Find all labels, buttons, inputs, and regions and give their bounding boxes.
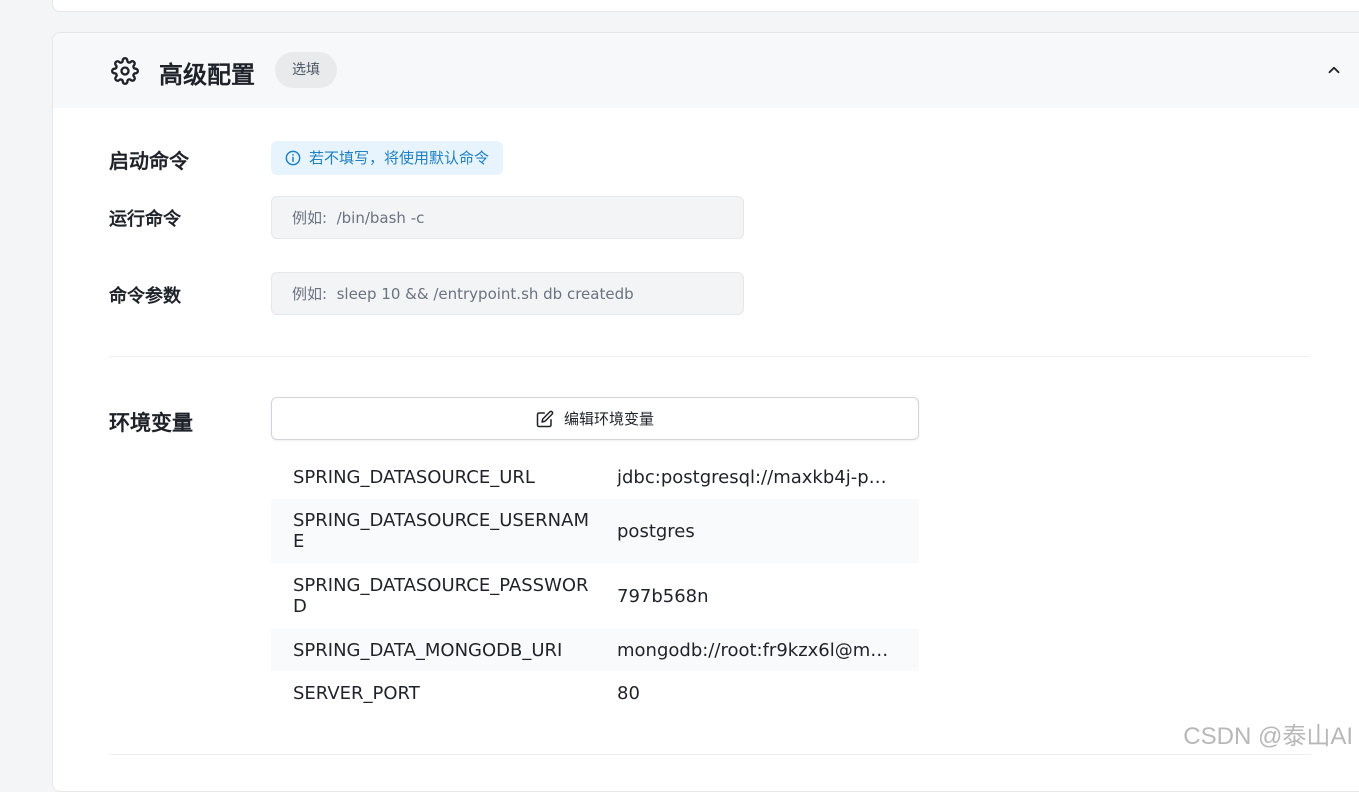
run-command-label: 运行命令: [109, 205, 181, 231]
chevron-up-icon[interactable]: [1325, 61, 1343, 79]
env-value: postgres: [617, 521, 897, 542]
command-args-input[interactable]: [271, 272, 744, 315]
panel-header[interactable]: 高级配置 选填: [53, 33, 1359, 108]
env-key: SPRING_DATASOURCE_PASSWORD: [293, 575, 617, 617]
section-divider: [109, 356, 1310, 357]
gear-icon: [111, 57, 139, 85]
env-value: 797b568n: [617, 586, 897, 607]
previous-section-card: [52, 0, 1359, 12]
env-vars-label: 环境变量: [109, 407, 193, 437]
edit-icon: [536, 410, 554, 428]
advanced-config-panel: 高级配置 选填 启动命令 若不填写，将使用默认命令 运行命令 命令参数 环境变量…: [52, 32, 1359, 792]
startup-command-label: 启动命令: [109, 145, 189, 174]
watermark: CSDN @泰山AI: [1183, 716, 1353, 751]
table-row: SPRING_DATASOURCE_USERNAME postgres: [271, 499, 919, 563]
env-vars-table: SPRING_DATASOURCE_URL jdbc:postgresql://…: [271, 455, 919, 715]
env-value: jdbc:postgresql://maxkb4j-pos...: [617, 467, 897, 488]
edit-env-vars-label: 编辑环境变量: [564, 408, 654, 429]
env-value: 80: [617, 683, 897, 704]
env-key: SPRING_DATASOURCE_URL: [293, 467, 617, 488]
table-row: SPRING_DATASOURCE_URL jdbc:postgresql://…: [271, 455, 919, 499]
edit-env-vars-button[interactable]: 编辑环境变量: [271, 397, 919, 440]
default-command-tip: 若不填写，将使用默认命令: [271, 141, 503, 175]
table-row: SPRING_DATASOURCE_PASSWORD 797b568n: [271, 563, 919, 629]
env-key: SPRING_DATA_MONGODB_URI: [293, 640, 617, 661]
section-divider: [109, 754, 1310, 755]
info-icon: [285, 150, 301, 166]
env-value: mongodb://root:fr9kzx6l@mo...: [617, 640, 897, 661]
env-key: SPRING_DATASOURCE_USERNAME: [293, 510, 617, 552]
table-row: SPRING_DATA_MONGODB_URI mongodb://root:f…: [271, 629, 919, 671]
tip-text: 若不填写，将使用默认命令: [309, 141, 489, 175]
run-command-input[interactable]: [271, 196, 744, 239]
table-row: SERVER_PORT 80: [271, 671, 919, 715]
optional-badge: 选填: [275, 52, 337, 88]
env-key: SERVER_PORT: [293, 683, 617, 704]
command-args-label: 命令参数: [109, 282, 181, 308]
panel-title: 高级配置: [159, 55, 255, 90]
